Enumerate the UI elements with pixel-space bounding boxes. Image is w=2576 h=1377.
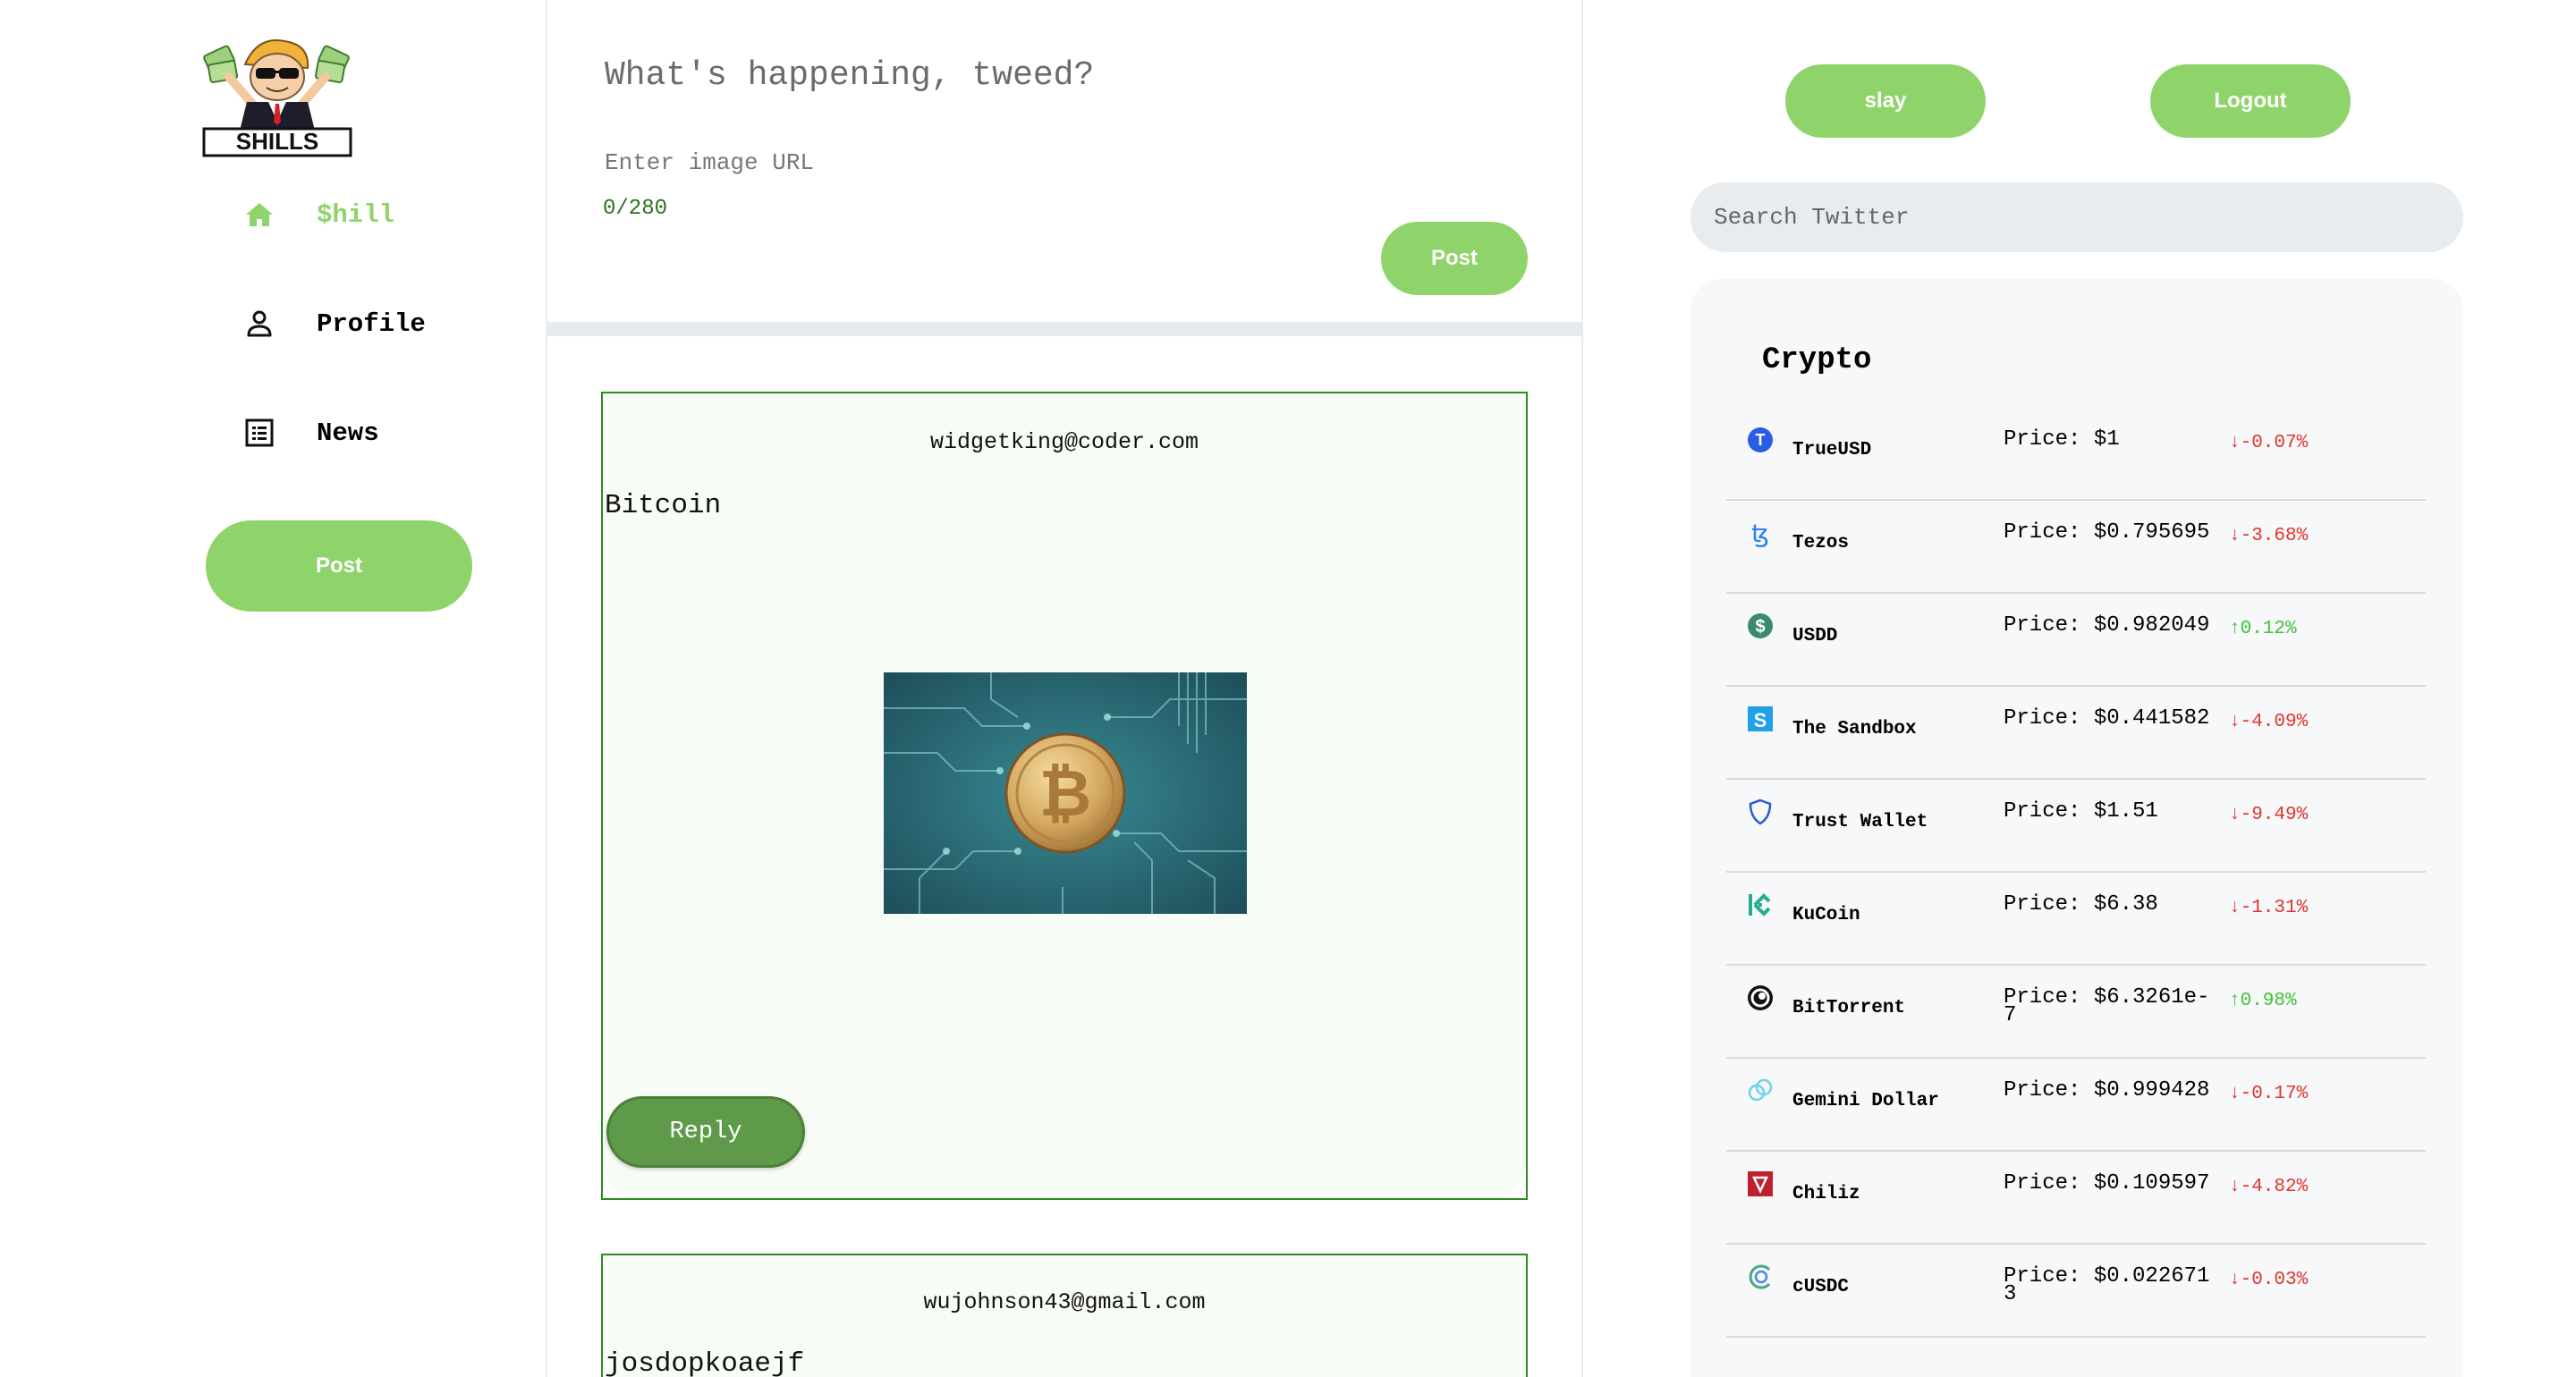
crypto-row[interactable]: $ USDD Price: $0.982049 ↑0.12% <box>1726 594 2426 687</box>
crypto-price: Price: $0.795695 <box>2004 520 2210 545</box>
kucoin-icon <box>1746 891 1775 919</box>
bittorrent-icon <box>1746 984 1775 1012</box>
character-counter: 0/280 <box>603 197 668 221</box>
crypto-name: BitTorrent <box>1792 998 1906 1018</box>
compose-post-button[interactable]: Post <box>1381 222 1528 295</box>
crypto-title: Crypto <box>1762 343 1872 377</box>
nav-item-news[interactable]: News <box>242 406 379 460</box>
crypto-change: ↓-1.31% <box>2229 898 2309 918</box>
composer-divider <box>547 322 1581 336</box>
crypto-change: ↓-0.03% <box>2229 1270 2309 1290</box>
crypto-panel: Crypto T TrueUSD Price: $1 ↓-0.07% ꜩ Tez… <box>1690 279 2463 1377</box>
crypto-name: The Sandbox <box>1792 719 1917 739</box>
nav-label-shill: $hill <box>317 199 395 230</box>
crypto-name: cUSDC <box>1792 1277 1850 1297</box>
crypto-price: Price: $0.999428 <box>2004 1078 2210 1102</box>
bitcoin-circuit-image: ₿ <box>884 672 1247 914</box>
svg-text:$: $ <box>1755 617 1765 637</box>
crypto-change: ↑0.98% <box>2229 991 2297 1011</box>
crypto-price: Price: $0.109597 <box>2004 1171 2210 1195</box>
crypto-row[interactable]: Trust Wallet Price: $1.51 ↓-9.49% <box>1726 780 2426 873</box>
crypto-row[interactable]: Chiliz Price: $0.109597 ↓-4.82% <box>1726 1152 2426 1245</box>
svg-text:₿: ₿ <box>1039 758 1092 830</box>
chiliz-icon <box>1746 1170 1775 1198</box>
crypto-price: Price: $1.51 <box>2004 799 2158 824</box>
crypto-name: USDD <box>1792 626 1838 646</box>
crypto-price: Price: $0.0226713 <box>2004 1264 2210 1306</box>
tweet-compose-input[interactable] <box>605 48 1499 102</box>
crypto-row[interactable]: Gemini Dollar Price: $0.999428 ↓-0.17% <box>1726 1059 2426 1152</box>
tweet-body: josdopkoaejf <box>605 1348 805 1377</box>
crypto-row[interactable]: S The Sandbox Price: $0.441582 ↓-4.09% <box>1726 687 2426 780</box>
logout-button[interactable]: Logout <box>2150 64 2351 138</box>
tweet-card: wujohnson43@gmail.com josdopkoaejf <box>601 1254 1528 1377</box>
tweet-card: widgetking@coder.com Bitcoin ₿ Reply <box>601 392 1528 1200</box>
crypto-price: Price: $0.982049 <box>2004 613 2210 638</box>
crypto-change: ↑0.12% <box>2229 619 2297 639</box>
nav-item-shill[interactable]: $hill <box>242 188 394 241</box>
crypto-name: KuCoin <box>1792 905 1860 925</box>
crypto-row[interactable]: cUSDC Price: $0.0226713 ↓-0.03% <box>1726 1245 2426 1338</box>
crypto-price: Price: $6.38 <box>2004 892 2158 917</box>
nav-item-profile[interactable]: Profile <box>242 297 426 351</box>
crypto-change: ↓-4.82% <box>2229 1177 2309 1197</box>
crypto-change: ↓-3.68% <box>2229 526 2309 546</box>
tezos-icon: ꜩ <box>1746 519 1775 548</box>
logo-text: SHILLS <box>236 128 318 155</box>
nav-label-profile: Profile <box>317 308 426 339</box>
trust-wallet-icon <box>1746 798 1775 826</box>
crypto-row[interactable]: BitTorrent Price: $6.3261e-7 ↑0.98% <box>1726 966 2426 1059</box>
svg-text:T: T <box>1756 431 1766 449</box>
crypto-row[interactable]: ꜩ Tezos Price: $0.795695 ↓-3.68% <box>1726 501 2426 594</box>
crypto-row[interactable]: T TrueUSD Price: $1 ↓-0.07% <box>1726 408 2426 501</box>
svg-text:S: S <box>1754 709 1767 731</box>
left-sidebar: SHILLS $hill Profile News Post <box>0 0 547 1377</box>
feed-column: 0/280 Post widgetking@coder.com Bitcoin <box>547 0 1583 1377</box>
sandbox-icon: S <box>1746 705 1775 733</box>
reply-button[interactable]: Reply <box>606 1096 805 1168</box>
crypto-name: Gemini Dollar <box>1792 1091 1939 1111</box>
crypto-name: TrueUSD <box>1792 440 1872 460</box>
cusdc-icon <box>1746 1263 1775 1291</box>
crypto-change: ↓-9.49% <box>2229 805 2309 825</box>
crypto-change: ↓-0.17% <box>2229 1084 2309 1104</box>
crypto-price: Price: $0.441582 <box>2004 706 2210 731</box>
crypto-change: ↓-0.07% <box>2229 433 2309 453</box>
search-input[interactable] <box>1690 182 2463 252</box>
image-url-input[interactable] <box>605 145 1231 181</box>
news-icon <box>242 415 277 451</box>
crypto-name: Chiliz <box>1792 1184 1860 1204</box>
crypto-price: Price: $1 <box>2004 427 2120 452</box>
tweet-author[interactable]: widgetking@coder.com <box>603 429 1526 455</box>
person-icon <box>242 306 277 342</box>
user-button[interactable]: slay <box>1785 64 1986 138</box>
crypto-name: Trust Wallet <box>1792 812 1928 832</box>
tweet-body: Bitcoin <box>605 490 722 521</box>
trueusd-icon: T <box>1746 426 1775 454</box>
right-column: slay Logout Crypto T TrueUSD Price: $1 ↓… <box>1583 0 2576 1377</box>
crypto-row[interactable]: KuCoin Price: $6.38 ↓-1.31% <box>1726 873 2426 966</box>
crypto-name: Tezos <box>1792 533 1850 553</box>
crypto-change: ↓-4.09% <box>2229 712 2309 732</box>
crypto-price: Price: $6.3261e-7 <box>2004 985 2210 1027</box>
svg-text:ꜩ: ꜩ <box>1751 519 1769 547</box>
sidebar-post-button[interactable]: Post <box>206 520 472 612</box>
tweet-author[interactable]: wujohnson43@gmail.com <box>603 1289 1526 1315</box>
usdd-icon: $ <box>1746 612 1775 640</box>
home-icon <box>242 197 277 232</box>
shills-logo[interactable]: SHILLS <box>202 32 352 157</box>
nav-label-news: News <box>317 418 379 448</box>
gemini-dollar-icon <box>1746 1077 1775 1105</box>
